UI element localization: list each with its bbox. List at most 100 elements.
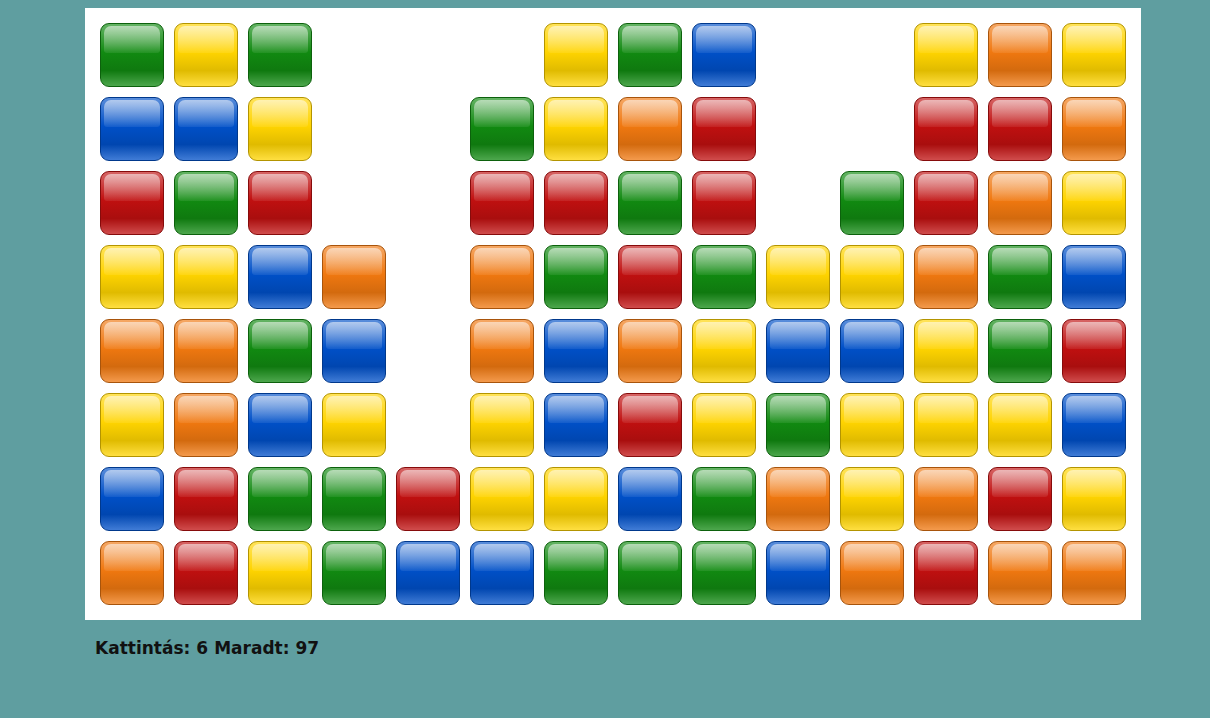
tile[interactable] xyxy=(174,541,238,605)
tile[interactable] xyxy=(840,541,904,605)
tile[interactable] xyxy=(248,467,312,531)
tile[interactable] xyxy=(100,23,164,87)
tile[interactable] xyxy=(248,97,312,161)
tile[interactable] xyxy=(248,23,312,87)
tile[interactable] xyxy=(914,541,978,605)
tile[interactable] xyxy=(174,245,238,309)
tile[interactable] xyxy=(322,393,386,457)
tile[interactable] xyxy=(248,393,312,457)
tile[interactable] xyxy=(618,245,682,309)
tile[interactable] xyxy=(914,97,978,161)
tile[interactable] xyxy=(1062,245,1126,309)
tile[interactable] xyxy=(248,319,312,383)
tile[interactable] xyxy=(988,467,1052,531)
tile[interactable] xyxy=(1062,467,1126,531)
tile[interactable] xyxy=(692,23,756,87)
tile[interactable] xyxy=(470,245,534,309)
tile[interactable] xyxy=(174,319,238,383)
tile[interactable] xyxy=(1062,541,1126,605)
tile[interactable] xyxy=(618,23,682,87)
tile[interactable] xyxy=(1062,393,1126,457)
tile[interactable] xyxy=(322,467,386,531)
tile[interactable] xyxy=(618,393,682,457)
remaining-count: 97 xyxy=(296,638,320,658)
tile[interactable] xyxy=(100,319,164,383)
tile[interactable] xyxy=(544,319,608,383)
tile[interactable] xyxy=(544,393,608,457)
tile[interactable] xyxy=(840,467,904,531)
tile[interactable] xyxy=(692,467,756,531)
tile[interactable] xyxy=(692,97,756,161)
tile[interactable] xyxy=(174,97,238,161)
tile[interactable] xyxy=(1062,171,1126,235)
tile[interactable] xyxy=(914,23,978,87)
tile[interactable] xyxy=(618,541,682,605)
tile[interactable] xyxy=(618,319,682,383)
tile[interactable] xyxy=(396,467,460,531)
tile[interactable] xyxy=(692,171,756,235)
tile[interactable] xyxy=(322,319,386,383)
tile[interactable] xyxy=(692,541,756,605)
tile[interactable] xyxy=(766,541,830,605)
tile[interactable] xyxy=(544,97,608,161)
tile[interactable] xyxy=(174,393,238,457)
tile-gloss xyxy=(1066,544,1122,571)
tile[interactable] xyxy=(248,171,312,235)
tile[interactable] xyxy=(840,393,904,457)
tile[interactable] xyxy=(618,97,682,161)
tile[interactable] xyxy=(840,245,904,309)
tile[interactable] xyxy=(100,393,164,457)
tile[interactable] xyxy=(914,245,978,309)
tile[interactable] xyxy=(396,541,460,605)
tile[interactable] xyxy=(840,171,904,235)
tile[interactable] xyxy=(988,541,1052,605)
tile[interactable] xyxy=(914,171,978,235)
tile[interactable] xyxy=(100,97,164,161)
tile[interactable] xyxy=(618,171,682,235)
tile[interactable] xyxy=(470,541,534,605)
tile[interactable] xyxy=(470,467,534,531)
tile[interactable] xyxy=(1062,319,1126,383)
tile-gloss xyxy=(844,174,900,201)
tile[interactable] xyxy=(174,467,238,531)
tile[interactable] xyxy=(100,467,164,531)
tile[interactable] xyxy=(1062,23,1126,87)
tile[interactable] xyxy=(914,319,978,383)
tile[interactable] xyxy=(692,319,756,383)
tile[interactable] xyxy=(840,319,904,383)
tile[interactable] xyxy=(248,245,312,309)
tile[interactable] xyxy=(988,319,1052,383)
tile[interactable] xyxy=(544,467,608,531)
tile[interactable] xyxy=(248,541,312,605)
tile[interactable] xyxy=(988,245,1052,309)
tile[interactable] xyxy=(544,23,608,87)
tile[interactable] xyxy=(544,171,608,235)
tile[interactable] xyxy=(914,467,978,531)
tile[interactable] xyxy=(914,393,978,457)
tile[interactable] xyxy=(174,171,238,235)
tile[interactable] xyxy=(322,541,386,605)
tile[interactable] xyxy=(100,541,164,605)
tile[interactable] xyxy=(174,23,238,87)
tile[interactable] xyxy=(692,245,756,309)
tile[interactable] xyxy=(470,319,534,383)
tile[interactable] xyxy=(988,393,1052,457)
tile[interactable] xyxy=(100,245,164,309)
tile[interactable] xyxy=(1062,97,1126,161)
tile[interactable] xyxy=(692,393,756,457)
tile[interactable] xyxy=(988,97,1052,161)
tile[interactable] xyxy=(766,319,830,383)
tile[interactable] xyxy=(618,467,682,531)
tile[interactable] xyxy=(766,393,830,457)
tile[interactable] xyxy=(470,171,534,235)
tile[interactable] xyxy=(470,393,534,457)
tile[interactable] xyxy=(988,23,1052,87)
tile[interactable] xyxy=(544,245,608,309)
tile[interactable] xyxy=(470,97,534,161)
tile[interactable] xyxy=(322,245,386,309)
tile[interactable] xyxy=(988,171,1052,235)
tile[interactable] xyxy=(544,541,608,605)
tile[interactable] xyxy=(100,171,164,235)
tile[interactable] xyxy=(766,467,830,531)
tile[interactable] xyxy=(766,245,830,309)
